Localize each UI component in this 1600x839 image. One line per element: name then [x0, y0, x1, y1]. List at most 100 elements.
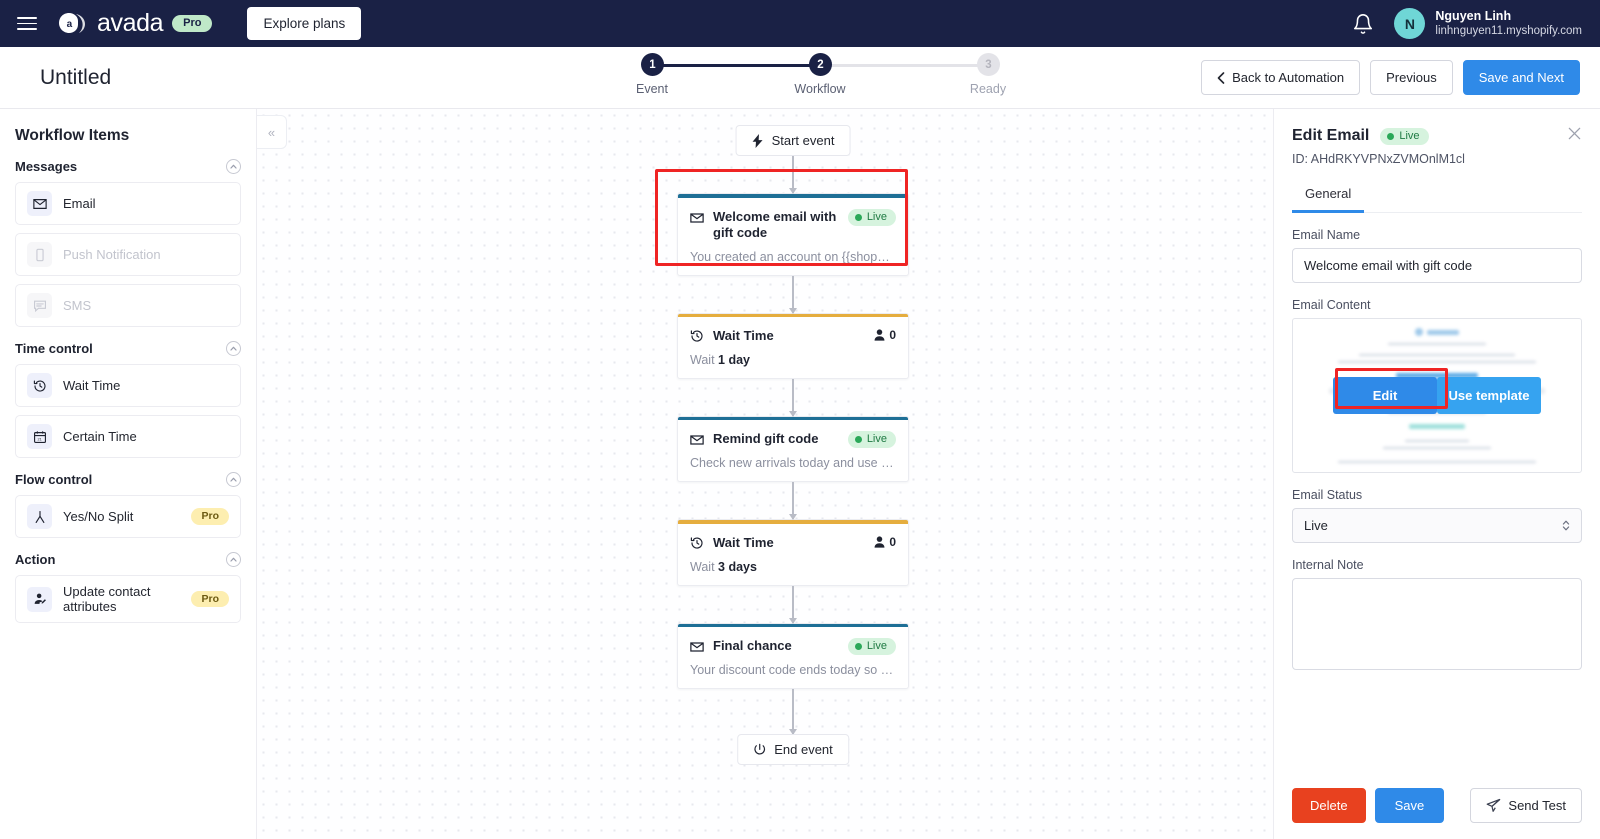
sidebar-item-update-contact-attributes[interactable]: Update contact attributes Pro — [15, 575, 241, 623]
envelope-icon — [690, 211, 704, 225]
collapse-sidebar-button[interactable]: « — [257, 115, 287, 149]
stepper-label-workflow: Workflow — [794, 82, 846, 96]
envelope-icon — [690, 433, 704, 447]
email-status-select[interactable]: Live — [1292, 508, 1582, 543]
close-icon[interactable] — [1567, 126, 1584, 143]
back-to-automation-button[interactable]: Back to Automation — [1201, 60, 1361, 95]
send-test-label: Send Test — [1508, 798, 1566, 813]
stepper-dots-row: 1 2 3 — [600, 53, 1000, 77]
avada-logo-icon: a — [58, 11, 88, 37]
connector — [792, 275, 794, 313]
page-title[interactable]: Untitled — [40, 66, 111, 90]
sidebar-item-label: Wait Time — [63, 378, 121, 393]
avatar: N — [1394, 8, 1426, 39]
sidebar-item-certain-time[interactable]: 21 Certain Time — [15, 415, 241, 458]
end-event-wrap: End event — [668, 734, 918, 765]
start-event-node[interactable]: Start event — [735, 125, 851, 156]
save-and-next-button[interactable]: Save and Next — [1462, 60, 1580, 95]
sidebar-item-label: Email — [63, 196, 96, 211]
connector — [792, 689, 794, 734]
sidebar-item-yes-no-split[interactable]: Yes/No Split Pro — [15, 495, 241, 538]
tab-general[interactable]: General — [1292, 178, 1365, 213]
status-dot-icon — [854, 643, 862, 650]
edit-email-content-button[interactable]: Edit — [1333, 377, 1437, 414]
node-header: Wait Time 0 — [678, 317, 908, 345]
email-content-preview[interactable]: Edit Use template — [1292, 318, 1582, 473]
connector — [792, 482, 794, 520]
wait-prefix: Wait — [690, 559, 715, 574]
chevron-up-icon[interactable] — [226, 472, 241, 487]
wait-value: 3 days — [718, 559, 757, 574]
status-dot-icon — [1387, 132, 1395, 140]
workflow-node-email-final[interactable]: Final chance Live Your discount code end… — [677, 622, 909, 689]
user-account-menu[interactable]: N Nguyen Linh linhnguyen11.myshopify.com — [1394, 8, 1582, 39]
node-wait-description: Wait 3 days — [678, 552, 908, 585]
person-icon — [874, 329, 885, 341]
user-shop-domain: linhnguyen11.myshopify.com — [1435, 25, 1582, 38]
node-title: Final chance — [713, 638, 792, 653]
email-status-value: Live — [1304, 518, 1328, 533]
sidebar-group-label: Action — [15, 552, 56, 567]
stepper-line-completed — [652, 64, 822, 67]
workflow-node-wait-2[interactable]: Wait Time 0 Wait 3 days — [677, 519, 909, 586]
sidebar-item-wait-time[interactable]: Wait Time — [15, 364, 241, 407]
panel-header: Edit Email Live — [1292, 127, 1582, 145]
app-root: a avada Pro Explore plans N Nguyen Linh … — [0, 0, 1600, 839]
send-test-button[interactable]: Send Test — [1470, 788, 1582, 823]
sidebar-item-email[interactable]: Email — [15, 182, 241, 225]
calendar-icon: 21 — [27, 424, 52, 449]
chevron-up-icon[interactable] — [226, 159, 241, 174]
header-actions: Back to Automation Previous Save and Nex… — [1201, 60, 1580, 95]
sidebar-group-messages-header: Messages — [15, 159, 241, 174]
connector — [792, 156, 794, 193]
save-button[interactable]: Save — [1374, 788, 1445, 823]
stepper-dot-event[interactable]: 1 — [641, 53, 664, 76]
navbar-right-section: N Nguyen Linh linhnguyen11.myshopify.com — [1352, 8, 1582, 39]
explore-plans-button[interactable]: Explore plans — [247, 7, 362, 40]
stepper-dot-workflow[interactable]: 2 — [809, 53, 832, 76]
svg-text:21: 21 — [37, 437, 41, 441]
panel-title: Edit Email — [1292, 127, 1370, 144]
panel-footer-actions: Delete Save Send Test — [1292, 774, 1582, 839]
email-content-label: Email Content — [1292, 298, 1371, 312]
end-event-node[interactable]: End event — [737, 734, 849, 765]
back-to-automation-label: Back to Automation — [1232, 70, 1345, 85]
paper-plane-icon — [1486, 798, 1501, 813]
sidebar-item-label: Push Notification — [63, 247, 161, 262]
use-template-button[interactable]: Use template — [1437, 377, 1541, 414]
internal-note-textarea[interactable] — [1292, 578, 1582, 670]
workflow-node-wait-1[interactable]: Wait Time 0 Wait 1 day — [677, 312, 909, 379]
stepper-labels-row: Event Workflow Ready — [600, 82, 1006, 100]
connector — [792, 585, 794, 623]
chevron-left-icon — [1217, 71, 1225, 84]
hamburger-menu-icon[interactable] — [14, 11, 40, 37]
panel-status-label: Live — [1399, 129, 1420, 142]
start-event-wrap: Start event — [668, 109, 918, 156]
node-title: Remind gift code — [713, 431, 819, 447]
sidebar-item-label: Yes/No Split — [63, 509, 134, 524]
clock-rewind-icon — [27, 373, 52, 398]
workflow-node-email-remind[interactable]: Remind gift code Live Check new arrivals… — [677, 415, 909, 483]
brand-logo[interactable]: a avada Pro — [58, 9, 213, 38]
status-badge-label: Live — [866, 640, 887, 652]
svg-text:a: a — [67, 19, 73, 30]
stepper-dot-ready[interactable]: 3 — [977, 53, 1000, 76]
workflow-items-sidebar: Workflow Items Messages Email Push Notif… — [0, 109, 257, 839]
email-id-text: ID: AHdRKYVPNxZVMOnlM1cl — [1292, 152, 1465, 166]
brand-name: avada — [97, 9, 164, 37]
panel-tabs: General — [1292, 178, 1582, 213]
node-header: Welcome email with gift code Live — [678, 198, 908, 242]
power-icon — [753, 743, 766, 756]
chevron-up-icon[interactable] — [226, 552, 241, 567]
workflow-canvas[interactable]: « Start event Welcome email with gift co… — [257, 109, 1273, 839]
workflow-stepper: 1 2 3 Event Workflow Ready — [600, 53, 1006, 100]
email-name-input[interactable] — [1292, 248, 1582, 283]
sidebar-group-label: Messages — [15, 159, 78, 174]
chevron-up-icon[interactable] — [226, 341, 241, 356]
pro-badge: Pro — [191, 590, 229, 608]
node-contact-count: 0 — [874, 328, 896, 342]
delete-button[interactable]: Delete — [1292, 788, 1366, 823]
workflow-node-email-welcome[interactable]: Welcome email with gift code Live You cr… — [677, 193, 909, 276]
notification-bell-icon[interactable] — [1352, 13, 1374, 35]
previous-button[interactable]: Previous — [1370, 60, 1453, 95]
